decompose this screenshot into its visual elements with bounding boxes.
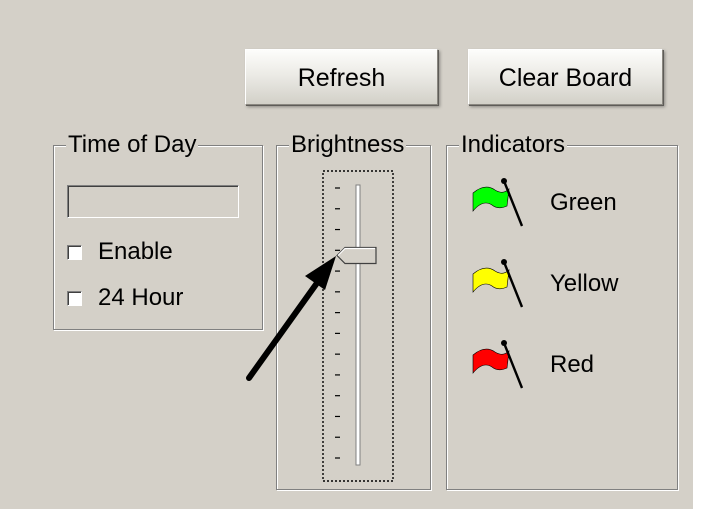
flag-icon <box>472 340 524 389</box>
indicators-legend: Indicators <box>459 130 568 160</box>
indicator-green-label: Green <box>550 189 617 216</box>
indicator-red-label: Red <box>550 351 595 378</box>
slider-ticks <box>335 187 340 459</box>
indicator-green: Green <box>470 177 660 237</box>
indicator-yellow-label: Yellow <box>550 270 619 297</box>
flag-icon <box>472 178 524 227</box>
flag-icon <box>472 259 524 308</box>
settings-panel: Refresh Clear Board Time of Day Enable 2… <box>0 0 693 509</box>
slider-thumb[interactable] <box>336 246 377 265</box>
slider-track <box>355 184 361 466</box>
indicator-yellow: Yellow <box>470 258 660 318</box>
indicator-red: Red <box>470 339 660 399</box>
